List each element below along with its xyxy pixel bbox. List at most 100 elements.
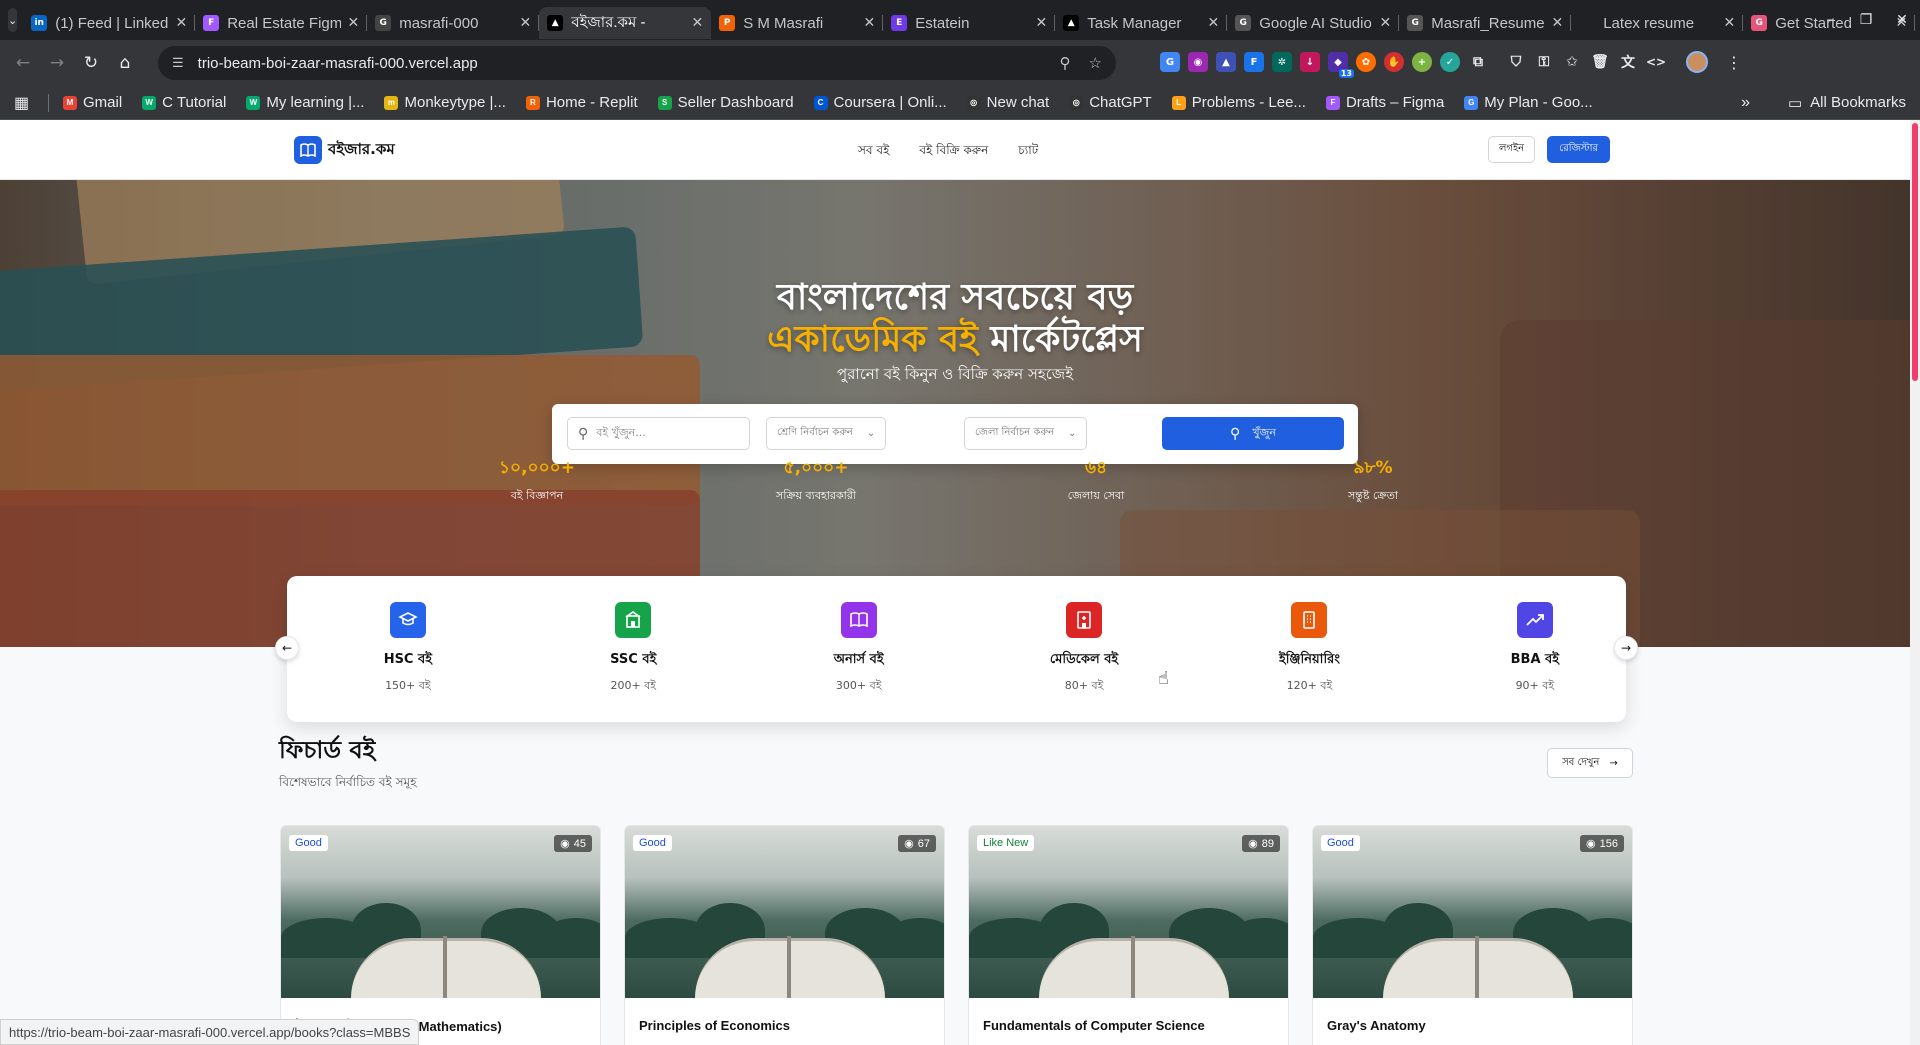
category-item[interactable]: SSC বই 200+ বই <box>573 602 693 696</box>
view-all-label: সব দেখুন <box>1562 756 1600 768</box>
class-select[interactable]: শ্রেণি নির্বাচন করুন ⌄ <box>766 417 887 450</box>
ext-icon[interactable]: + <box>1412 52 1432 72</box>
ext-icon[interactable]: ✿ <box>1356 52 1376 72</box>
category-item[interactable]: HSC বই 150+ বই <box>348 602 468 696</box>
nav-all-books[interactable]: সব বই <box>858 142 889 162</box>
category-carousel: HSC বই 150+ বই SSC বই 200+ বই অনার্স বই 300+ … <box>287 576 1626 722</box>
bookmark-item[interactable]: ◎ ChatGPT <box>1069 94 1152 111</box>
ext-icon[interactable]: ✋ <box>1384 52 1404 72</box>
puzzle-icon[interactable]: ⧉ <box>1468 52 1488 72</box>
close-window-icon[interactable]: ✕ <box>1884 12 1920 28</box>
page-scrollbar[interactable] <box>1910 120 1920 1045</box>
browser-tab[interactable]: F Real Estate Figma ✕ <box>195 7 368 39</box>
bookmarks-overflow-icon[interactable]: » <box>1741 94 1750 112</box>
tab-favicon-icon: E <box>891 15 908 31</box>
bookmark-item[interactable]: R Home - Replit <box>525 94 638 111</box>
tab-close-icon[interactable]: ✕ <box>1207 15 1219 31</box>
devtools-icon[interactable]: <> <box>1646 52 1666 72</box>
incognito-icon[interactable]: ⛉ <box>1506 52 1526 72</box>
category-item[interactable]: ইঞ্জিনিয়ারিং 120+ বই <box>1249 602 1369 696</box>
browser-tab[interactable]: Gmasrafi-000 ✕ <box>367 7 540 39</box>
browser-tab[interactable]: E Estatein ✕ <box>883 7 1056 39</box>
carousel-prev-button[interactable]: ← <box>275 636 299 660</box>
bookmark-item[interactable]: M Gmail <box>63 94 122 111</box>
ext-icon[interactable]: ◉ <box>1188 52 1208 72</box>
browser-tab[interactable]: Latex resume ✕ <box>1571 7 1744 39</box>
district-select[interactable]: জেলা নির্বাচন করুন ⌄ <box>964 417 1088 450</box>
ext-icon[interactable]: ✓ <box>1440 52 1460 72</box>
login-button[interactable]: লগইন <box>1487 136 1536 163</box>
tab-close-icon[interactable]: ✕ <box>691 15 703 31</box>
tab-close-icon[interactable]: ✕ <box>1035 15 1047 31</box>
bookmark-item[interactable]: F Drafts – Figma <box>1325 94 1444 111</box>
site-logo[interactable]: বইজার.কম <box>294 136 395 164</box>
bookmark-label: Gmail <box>83 94 123 111</box>
scrollbar-thumb[interactable] <box>1912 123 1918 381</box>
register-button[interactable]: রেজিস্টার <box>1547 136 1610 163</box>
category-item[interactable]: মেডিকেল বই 80+ বই <box>1024 602 1144 696</box>
bookmark-item[interactable]: ◎ New chat <box>966 94 1049 111</box>
nav-chat[interactable]: চ্যাট <box>1018 142 1038 162</box>
download-ext-icon[interactable]: ↓ <box>1300 52 1320 72</box>
bookmark-star-icon[interactable]: ☆ <box>1089 54 1102 72</box>
search-button[interactable]: ⚲ খুঁজুন <box>1162 417 1344 450</box>
book-card[interactable]: Good ◉ 67 Principles of Economics <box>624 825 945 1045</box>
book-search-input[interactable]: ⚲ বই খুঁজুন... <box>567 417 750 450</box>
back-icon[interactable]: ← <box>6 53 40 73</box>
home-icon[interactable]: ⌂ <box>108 53 142 73</box>
tab-favicon-icon: in <box>31 15 48 31</box>
address-bar[interactable]: ☰ trio-beam-boi-zaar-masrafi-000.vercel.… <box>158 46 1116 80</box>
tab-close-icon[interactable]: ✕ <box>519 15 531 31</box>
bookmark-item[interactable]: L Problems - Lee... <box>1171 94 1306 111</box>
zoom-icon[interactable]: ⚲ <box>1060 54 1071 72</box>
tab-close-icon[interactable]: ✕ <box>1551 15 1563 31</box>
restore-icon[interactable]: ❐ <box>1848 12 1884 28</box>
tab-close-icon[interactable]: ✕ <box>863 15 875 31</box>
browser-tab[interactable]: G Google AI Studio ✕ <box>1227 7 1400 39</box>
star-list-icon[interactable]: ✩ <box>1562 52 1582 72</box>
translate-ext-icon[interactable]: G <box>1160 52 1180 72</box>
translate-icon[interactable]: 文 <box>1618 52 1638 72</box>
tab-close-icon[interactable]: ✕ <box>1723 15 1735 31</box>
ext-icon[interactable]: ▲ <box>1216 52 1236 72</box>
browser-tab[interactable]: P S M Masrafi ✕ <box>711 7 884 39</box>
browser-tab[interactable]: G Masrafi_Resume ✕ <box>1399 7 1572 39</box>
view-all-button[interactable]: সব দেখুন → <box>1547 748 1633 778</box>
tab-search-button[interactable]: ⌄ <box>8 8 18 32</box>
arrow-right-icon: → <box>1609 757 1618 769</box>
browser-tab[interactable]: ▲ বইজার.কম - ✕ <box>539 7 712 39</box>
tab-close-icon[interactable]: ✕ <box>175 15 187 31</box>
tab-favicon-icon: P <box>719 15 736 31</box>
minimize-icon[interactable]: – <box>1812 12 1848 28</box>
tab-close-icon[interactable]: ✕ <box>1379 15 1391 31</box>
apps-grid-icon[interactable]: ▦ <box>14 93 30 113</box>
menu-icon[interactable]: ⋮ <box>1726 53 1742 72</box>
profile-avatar[interactable] <box>1686 51 1708 73</box>
site-info-icon[interactable]: ☰ <box>172 55 184 71</box>
browser-tab[interactable]: in (1) Feed | LinkedIn ✕ <box>23 7 196 39</box>
ext-icon[interactable]: ✲ <box>1272 52 1292 72</box>
book-card[interactable]: Good ◉ 156 Gray's Anatomy <box>1312 825 1633 1045</box>
reload-icon[interactable]: ↻ <box>74 53 108 73</box>
eye-icon: ◉ <box>1586 838 1596 850</box>
bookmark-item[interactable]: C Coursera | Onli... <box>813 94 947 111</box>
category-item[interactable]: BBA বই 90+ বই <box>1475 602 1595 696</box>
forward-icon[interactable]: → <box>40 53 74 73</box>
bookmark-item[interactable]: S Seller Dashboard <box>657 94 794 111</box>
key-icon[interactable]: ⚿ <box>1534 52 1554 72</box>
nav-sell-book[interactable]: বই বিক্রি করুন <box>919 142 988 162</box>
carousel-next-button[interactable]: → <box>1614 636 1638 660</box>
ext-badge-icon[interactable]: ◆ 13 <box>1328 52 1354 78</box>
tab-close-icon[interactable]: ✕ <box>347 15 359 31</box>
bookmark-item[interactable]: G My Plan - Goo... <box>1464 94 1593 111</box>
ext-icon[interactable]: F <box>1244 52 1264 72</box>
browser-tab[interactable]: ▲ Task Manager ✕ <box>1055 7 1228 39</box>
bookmark-item[interactable]: W My learning |... <box>246 94 364 111</box>
book-card[interactable]: Good ◉45 উচ্চতর গণিত (Higher Mathematics… <box>280 825 601 1045</box>
all-bookmarks-button[interactable]: ▭ All Bookmarks <box>1788 94 1906 112</box>
trash-icon[interactable]: 🗑 <box>1590 52 1610 72</box>
book-card[interactable]: Like New ◉ 89 Fundamentals of Computer Sc… <box>968 825 1289 1045</box>
bookmark-item[interactable]: W C Tutorial <box>142 94 226 111</box>
category-item[interactable]: অনার্স বই 300+ বই <box>799 602 919 696</box>
bookmark-item[interactable]: m Monkeytype |... <box>384 94 506 111</box>
